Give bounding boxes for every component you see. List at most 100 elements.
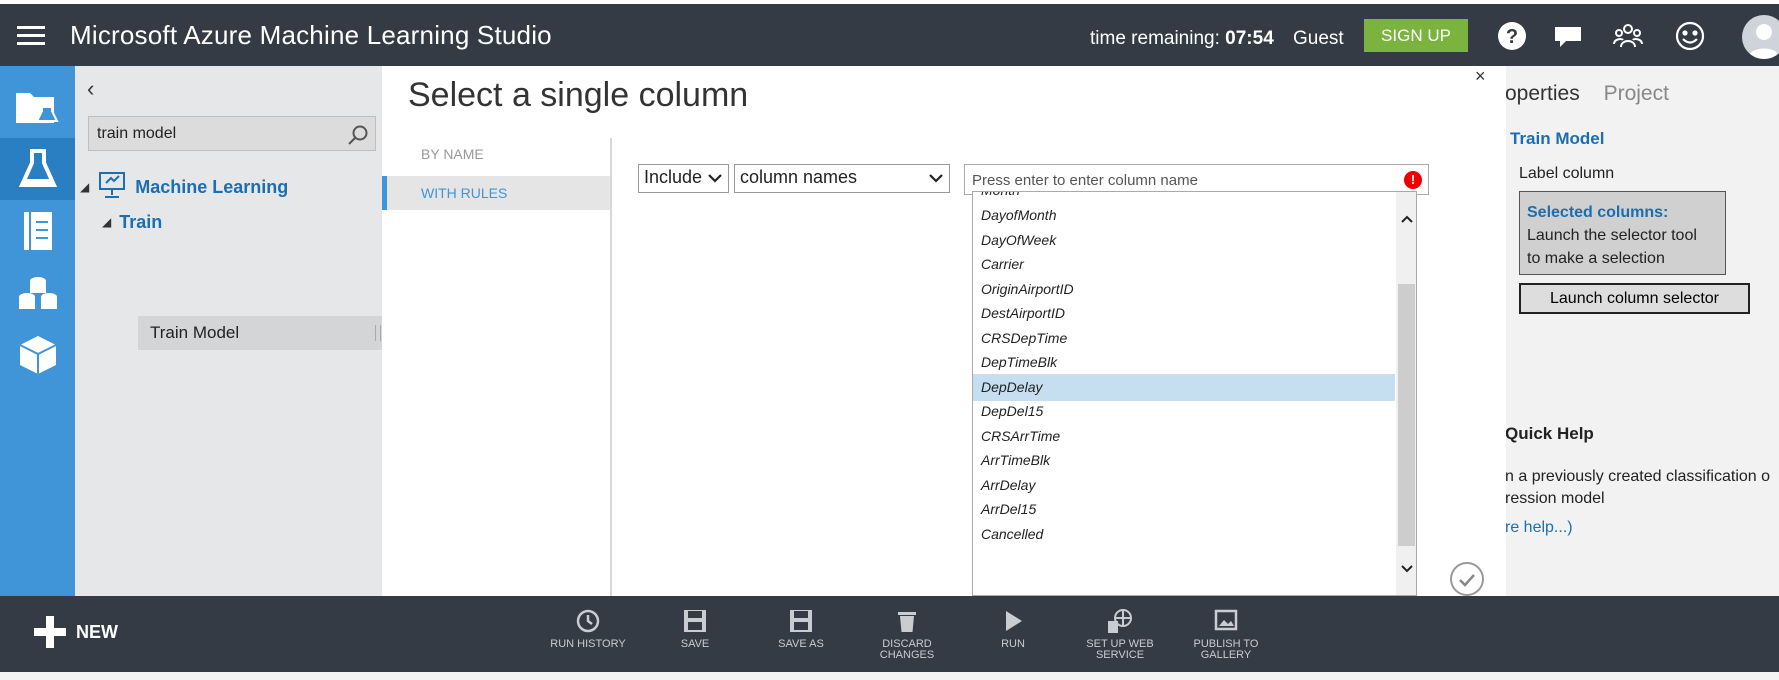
clock-icon — [576, 609, 600, 633]
chevron-down-icon — [928, 168, 944, 193]
tree-item-train-model[interactable]: Train Model — [138, 316, 385, 350]
time-remaining-value: 07:54 — [1225, 28, 1274, 49]
label-column-heading: Label column — [1519, 165, 1615, 182]
page-bottom-strip — [0, 672, 1779, 680]
trash-icon — [898, 612, 916, 632]
community-icon[interactable] — [1612, 20, 1644, 52]
tree-item-train[interactable]: ◢ Train — [102, 205, 162, 239]
scrollbar[interactable] — [1396, 192, 1416, 595]
more-help-link[interactable]: re help...) — [1505, 519, 1573, 537]
save-button[interactable]: SAVE — [645, 608, 745, 650]
scroll-down-icon[interactable] — [1400, 562, 1414, 576]
list-item[interactable]: ArrDelay — [973, 472, 1395, 499]
left-navigation-rail — [0, 66, 75, 596]
list-item[interactable]: DepDel15 — [973, 398, 1395, 425]
scroll-up-icon[interactable] — [1400, 212, 1414, 226]
discard-changes-button[interactable]: DISCARD CHANGES — [857, 608, 957, 661]
scrollbar-thumb[interactable] — [1398, 284, 1415, 546]
tree-label-machine-learning: Machine Learning — [135, 176, 289, 197]
module-search-value: train model — [97, 125, 177, 142]
run-label: RUN — [1001, 638, 1025, 650]
save-as-button[interactable]: SAVE AS — [751, 608, 851, 650]
expand-triangle-icon[interactable]: ◢ — [102, 215, 111, 229]
app-title: Microsoft Azure Machine Learning Studio — [70, 20, 552, 50]
app-window: { "header": { "title": "Microsoft Azure … — [0, 0, 1779, 680]
tab-by-name[interactable]: BY NAME — [421, 146, 484, 162]
plus-icon — [34, 616, 66, 648]
help-icon[interactable]: ? — [1496, 20, 1528, 52]
list-item[interactable]: Carrier — [973, 251, 1395, 278]
include-select-value: Include — [644, 167, 703, 187]
tree-item-machine-learning[interactable]: ◢ Machine Learning — [80, 170, 288, 204]
list-item[interactable]: ArrTimeBlk — [973, 447, 1395, 474]
module-search-input[interactable]: train model — [88, 116, 376, 151]
run-history-label: RUN HISTORY — [550, 638, 626, 650]
rule-type-value: column names — [740, 167, 858, 187]
list-item[interactable]: ArrDel15 — [973, 496, 1395, 523]
run-history-button[interactable]: RUN HISTORY — [538, 608, 638, 650]
selected-columns-box: Selected columns: Launch the selector to… — [1519, 191, 1726, 275]
svg-text:?: ? — [1506, 26, 1518, 48]
tree-icon-ml — [97, 171, 127, 204]
setup-web-label-2: SERVICE — [1095, 649, 1145, 661]
tab-properties[interactable]: operties — [1505, 82, 1580, 105]
tree-label-train: Train — [119, 211, 163, 232]
experiments-icon[interactable] — [0, 138, 75, 200]
web-service-icon — [1108, 609, 1132, 633]
publish-label-2: GALLERY — [1200, 649, 1252, 661]
run-button[interactable]: RUN — [963, 608, 1063, 650]
drag-handle-icon[interactable] — [375, 325, 381, 341]
avatar[interactable] — [1742, 15, 1779, 59]
close-icon[interactable]: × — [1475, 66, 1486, 87]
properties-panel: operties Project Train Model Label colum… — [1505, 66, 1779, 596]
save-label: SAVE — [680, 638, 710, 650]
publish-to-gallery-button[interactable]: PUBLISH TO GALLERY — [1176, 608, 1276, 661]
hamburger-menu-icon[interactable] — [17, 26, 45, 46]
list-item[interactable]: DepTimeBlk — [973, 349, 1395, 376]
search-icon[interactable] — [347, 124, 369, 151]
notebooks-icon[interactable] — [0, 200, 75, 262]
new-button[interactable]: NEW — [34, 616, 118, 648]
chevron-down-icon — [707, 168, 723, 193]
setup-web-service-button[interactable]: SET UP WEB SERVICE — [1070, 608, 1170, 661]
quick-help-line-1: n a previously created classification o — [1505, 468, 1771, 485]
column-name-placeholder: Press enter to enter column name — [972, 172, 1198, 189]
launch-column-selector-button[interactable]: Launch column selector — [1519, 283, 1750, 314]
trained-models-icon[interactable] — [0, 324, 75, 386]
selected-columns-title: Selected columns: — [1527, 204, 1669, 221]
list-item[interactable]: Cancelled — [973, 521, 1395, 548]
tab-with-rules[interactable]: WITH RULES — [382, 176, 610, 210]
rule-type-select[interactable]: column names — [734, 164, 950, 193]
expand-triangle-icon[interactable]: ◢ — [80, 180, 89, 194]
dialog-title: Select a single column — [408, 76, 749, 114]
time-remaining: time remaining: 07:54 — [1090, 28, 1274, 50]
ok-check-button[interactable] — [1450, 562, 1484, 596]
list-item[interactable]: DayOfWeek — [973, 227, 1395, 254]
module-palette: ‹ train model ◢ Machine Learning ◢ Train… — [75, 66, 385, 596]
checkmark-icon — [1459, 574, 1475, 587]
tab-project[interactable]: Project — [1604, 82, 1669, 105]
feedback-icon[interactable] — [1552, 20, 1584, 52]
time-remaining-label: time remaining: — [1090, 28, 1220, 49]
play-icon — [1006, 611, 1022, 631]
include-select[interactable]: Include — [638, 164, 729, 193]
list-item[interactable]: CRSArrTime — [973, 423, 1395, 450]
projects-icon[interactable] — [0, 76, 75, 138]
list-item[interactable]: CRSDepTime — [973, 325, 1395, 352]
list-item[interactable]: DayofMonth — [973, 202, 1395, 229]
properties-tabs: operties Project — [1505, 82, 1669, 106]
datasets-icon[interactable] — [0, 262, 75, 324]
save-as-icon — [790, 610, 812, 632]
save-icon — [684, 610, 706, 632]
gallery-icon — [1214, 609, 1238, 631]
sign-up-button[interactable]: SIGN UP — [1364, 19, 1468, 52]
column-options-list[interactable]: Month DayofMonth DayOfWeek Carrier Origi… — [972, 191, 1417, 596]
new-button-label: NEW — [76, 621, 118, 642]
list-item-selected[interactable]: DepDelay — [973, 374, 1395, 401]
top-bar: Microsoft Azure Machine Learning Studio … — [0, 4, 1779, 66]
list-item[interactable]: OriginAirportID — [973, 276, 1395, 303]
smiley-feedback-icon[interactable] — [1674, 20, 1706, 52]
collapse-panel-icon[interactable]: ‹ — [87, 76, 94, 102]
save-as-label: SAVE AS — [778, 638, 824, 650]
list-item[interactable]: DestAirportID — [973, 300, 1395, 327]
